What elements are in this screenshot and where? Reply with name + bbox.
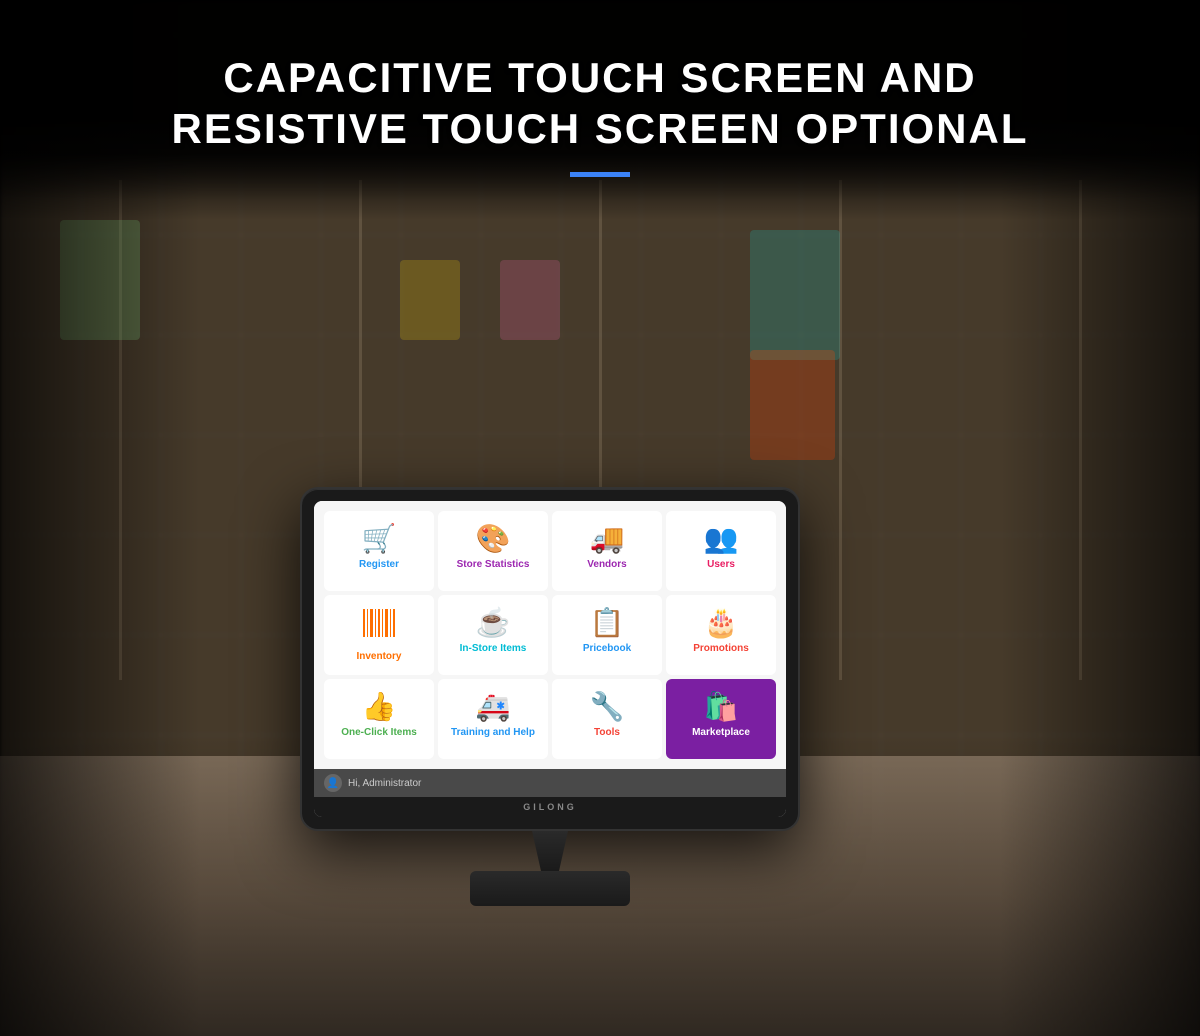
marketplace-icon: 🛍️ xyxy=(704,693,739,721)
oneclick-icon: 👍 xyxy=(362,693,397,721)
tile-tools[interactable]: 🔧 Tools xyxy=(552,679,662,759)
tile-oneclick-items[interactable]: 👍 One-Click Items xyxy=(324,679,434,759)
tile-store-statistics[interactable]: 🎨 Store Statistics xyxy=(438,511,548,591)
oneclick-label: One-Click Items xyxy=(341,727,417,739)
tile-inventory[interactable]: Inventory xyxy=(324,595,434,675)
marketplace-label: Marketplace xyxy=(692,727,750,739)
status-greeting: Hi, Administrator xyxy=(348,778,421,789)
register-icon: 🛒 xyxy=(362,525,397,553)
vendors-label: Vendors xyxy=(587,559,626,571)
training-icon: 🚑 xyxy=(476,693,511,721)
register-label: Register xyxy=(359,559,399,571)
users-icon: 👥 xyxy=(704,525,739,553)
monitor-stand-neck xyxy=(520,831,580,871)
admin-avatar: 👤 xyxy=(324,774,342,792)
tile-marketplace[interactable]: 🛍️ Marketplace xyxy=(666,679,776,759)
tile-pricebook[interactable]: 📋 Pricebook xyxy=(552,595,662,675)
accent-line xyxy=(570,172,630,177)
vendors-icon: 🚚 xyxy=(590,525,625,553)
tile-promotions[interactable]: 🎂 Promotions xyxy=(666,595,776,675)
tile-instore-items[interactable]: ☕ In-Store Items xyxy=(438,595,548,675)
pricebook-icon: 📋 xyxy=(590,609,625,637)
instore-label: In-Store Items xyxy=(460,643,527,655)
inventory-label: Inventory xyxy=(356,651,401,663)
header: CAPACITIVE TOUCH SCREEN AND RESISTIVE TO… xyxy=(0,0,1200,200)
inventory-icon xyxy=(363,609,395,645)
promotions-label: Promotions xyxy=(693,643,749,655)
instore-icon: ☕ xyxy=(476,609,511,637)
tile-register[interactable]: 🛒 Register xyxy=(324,511,434,591)
tools-label: Tools xyxy=(594,727,620,739)
tile-vendors[interactable]: 🚚 Vendors xyxy=(552,511,662,591)
screen: 🛒 Register 🎨 Store Statistics 🚚 Vendors … xyxy=(314,501,786,817)
tile-users[interactable]: 👥 Users xyxy=(666,511,776,591)
store-statistics-icon: 🎨 xyxy=(476,525,511,553)
app-grid: 🛒 Register 🎨 Store Statistics 🚚 Vendors … xyxy=(324,511,776,759)
monitor: 🛒 Register 🎨 Store Statistics 🚚 Vendors … xyxy=(300,487,800,831)
monitor-stand-base xyxy=(470,871,630,906)
main-title: CAPACITIVE TOUCH SCREEN AND RESISTIVE TO… xyxy=(172,53,1029,154)
store-statistics-label: Store Statistics xyxy=(457,559,530,571)
brand-label: GILONG xyxy=(523,802,577,812)
pricebook-label: Pricebook xyxy=(583,643,631,655)
promotions-icon: 🎂 xyxy=(704,609,739,637)
status-bar: 👤 Hi, Administrator xyxy=(314,769,786,797)
screen-content: 🛒 Register 🎨 Store Statistics 🚚 Vendors … xyxy=(314,501,786,769)
tools-icon: 🔧 xyxy=(590,693,625,721)
training-label: Training and Help xyxy=(451,727,535,739)
tile-training-help[interactable]: 🚑 Training and Help xyxy=(438,679,548,759)
users-label: Users xyxy=(707,559,735,571)
monitor-wrapper: 🛒 Register 🎨 Store Statistics 🚚 Vendors … xyxy=(300,487,800,906)
